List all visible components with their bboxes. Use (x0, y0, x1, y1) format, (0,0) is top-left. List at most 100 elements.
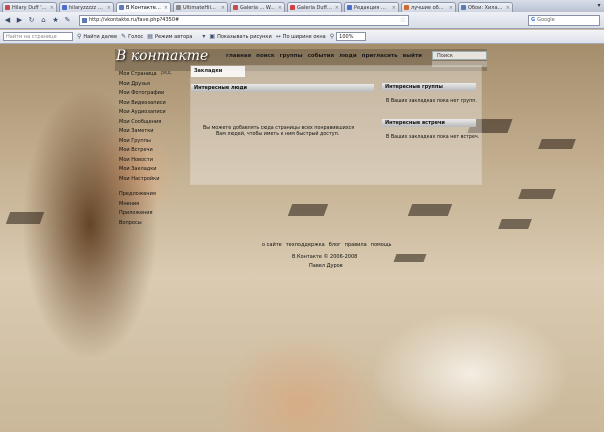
vk-search-input[interactable]: Поиск (432, 51, 487, 60)
vk-nav-link[interactable]: группы (280, 53, 303, 59)
browser-tab[interactable]: Редакция Фот...× (344, 2, 399, 12)
sidebar-item[interactable]: Мои Друзья (119, 80, 189, 90)
vk-footer-links: о сайте техподдержка блог правила помощь (262, 242, 392, 248)
groups-box-text: В Ваших закладках пока нет групп. (386, 99, 477, 104)
browser-tab[interactable]: Galeria Duff ... × (287, 2, 342, 12)
close-tab-icon[interactable]: × (392, 5, 396, 11)
close-tab-icon[interactable]: × (506, 5, 510, 11)
search-box[interactable]: G Google (528, 14, 600, 26)
footer-link[interactable]: о сайте (262, 242, 282, 248)
tab-label: лучшие обои ... (411, 4, 447, 11)
reload-icon[interactable]: ↻ (27, 16, 36, 25)
floor-tile (393, 254, 427, 262)
floor-tile (518, 189, 556, 199)
tab-list-chevron-icon[interactable]: ▾ (594, 2, 604, 12)
sidebar-item-secondary[interactable]: Приложения (119, 209, 189, 219)
tab-favicon-icon (62, 5, 67, 10)
find-next-button[interactable]: ⚲ Найти далее (77, 33, 117, 40)
close-tab-icon[interactable]: × (164, 5, 168, 11)
vk-left-menu: Моя Страница Мои Друзья Мои Фотографии Мои … (119, 70, 189, 228)
sidebar-item[interactable]: Мои Группы (119, 137, 189, 147)
close-tab-icon[interactable]: × (50, 5, 54, 11)
sidebar-item[interactable]: Моя Страница (119, 70, 189, 80)
sidebar-item[interactable]: Мои Новости (119, 156, 189, 166)
people-box-text-2: Вам людей, чтобы иметь к ним быстрый дос… (216, 132, 340, 137)
tab-favicon-icon (176, 5, 181, 10)
events-box-text: В Ваших закладках пока нет встреч. (386, 135, 480, 140)
close-tab-icon[interactable]: × (335, 5, 339, 11)
close-tab-icon[interactable]: × (278, 5, 282, 11)
voice-button[interactable]: ✎ Голос (121, 33, 143, 40)
sidebar-item-secondary[interactable]: Вопросы (119, 219, 189, 229)
floor-tile (287, 204, 329, 216)
fit-width-icon: ↔ (275, 33, 281, 40)
navigation-bar: ◀ ▶ ↻ ⌂ ★ ✎ http://vkontakte.ru/fave.php… (0, 12, 604, 29)
vk-nav-link[interactable]: события (308, 53, 334, 59)
tab-bookmarks[interactable]: Закладки (191, 66, 245, 77)
sidebar-item[interactable]: Мои Аудиозаписи (119, 108, 189, 118)
bookmark-page-icon[interactable]: ☆ (400, 16, 406, 24)
document-icon: ▤ (147, 33, 153, 40)
tab-favicon-icon (461, 5, 466, 10)
sidebar-item-secondary[interactable]: Предложения (119, 190, 189, 200)
page-favicon-icon (82, 17, 87, 23)
vk-nav-link[interactable]: выйти (403, 53, 422, 59)
footer-link[interactable]: помощь (371, 242, 392, 248)
close-tab-icon[interactable]: × (449, 5, 453, 11)
browser-tab[interactable]: hilaryzzzzz 5t... × (59, 2, 114, 12)
floor-tile (498, 219, 532, 229)
sidebar-item[interactable]: Мои Сообщения (119, 118, 189, 128)
tab-label: Galeria Duff ... (297, 4, 333, 11)
vk-author-link[interactable]: Павел Дуров (309, 263, 343, 269)
zoom-select[interactable]: 100% (336, 32, 367, 41)
vk-nav-link[interactable]: пригласить (362, 53, 398, 59)
vk-copyright: В Контакте © 2006-2008 (292, 254, 358, 260)
browser-tab[interactable]: Hilary Duff '11...× (2, 2, 57, 12)
browser-tab[interactable]: лучшие обои ...× (401, 2, 456, 12)
tab-favicon-icon (233, 5, 238, 10)
vk-nav-link[interactable]: главная (226, 53, 251, 59)
zoom-control[interactable]: ⚲ 100% (330, 32, 367, 41)
fit-width-button[interactable]: ↔ По ширине окна (276, 33, 326, 40)
search-placeholder: Google (537, 17, 555, 23)
tab-favicon-icon (290, 5, 295, 10)
tab-favicon-icon (119, 5, 124, 10)
floor-tile (407, 204, 453, 216)
find-next-label: Найти далее (83, 33, 118, 40)
browser-tab[interactable]: В Контакте | З...× (116, 2, 171, 12)
bookmark-star-icon[interactable]: ★ (51, 16, 60, 25)
sidebar-item[interactable]: Мои Фотографии (119, 89, 189, 99)
tab-label: Редакция Фот... (354, 4, 390, 11)
sidebar-item[interactable]: Мои Закладки (119, 165, 189, 175)
sidebar-item-secondary[interactable]: Мнения (119, 200, 189, 210)
browser-tab[interactable]: Обои: Хилар... × (458, 2, 513, 12)
tab-label: UltimateHilary... (183, 4, 219, 11)
page-content: В контакте главная поиск группы события люди… (0, 44, 604, 432)
footer-link[interactable]: правила (345, 242, 367, 248)
address-bar[interactable]: http://vkontakte.ru/fave.php?4350# ☆ (79, 14, 409, 26)
forward-icon[interactable]: ▶ (15, 16, 24, 25)
vk-logo[interactable]: В контакте (116, 48, 208, 64)
vk-top-nav: главная поиск группы события люди пригласить в… (226, 53, 422, 59)
tab-favicon-icon (347, 5, 352, 10)
browser-tab[interactable]: Galeria ... W... × (230, 2, 285, 12)
pen-icon[interactable]: ✎ (63, 16, 72, 25)
vk-nav-link[interactable]: поиск (256, 53, 274, 59)
author-mode-button[interactable]: ▤ Режим автора ▾ (147, 33, 205, 40)
browser-tab[interactable]: UltimateHilary...× (173, 2, 228, 12)
footer-link[interactable]: блог (329, 242, 341, 248)
sidebar-item[interactable]: Мои Видеозаписи (119, 99, 189, 109)
vk-nav-link[interactable]: люди (339, 53, 357, 59)
chevron-down-icon: ▾ (202, 33, 206, 40)
close-tab-icon[interactable]: × (221, 5, 225, 11)
sidebar-item[interactable]: Мои Заметки (119, 127, 189, 137)
back-icon[interactable]: ◀ (3, 16, 12, 25)
find-input[interactable]: Найти на странице (3, 32, 73, 41)
home-icon[interactable]: ⌂ (39, 16, 48, 25)
sidebar-item[interactable]: Мои Встречи (119, 146, 189, 156)
footer-link[interactable]: техподдержка (286, 242, 325, 248)
close-tab-icon[interactable]: × (107, 5, 111, 11)
sidebar-item[interactable]: Мои Настройки (119, 175, 189, 185)
events-box-header: Интересные встречи (382, 119, 476, 127)
show-images-button[interactable]: ▣ Показывать рисунки (209, 33, 271, 40)
